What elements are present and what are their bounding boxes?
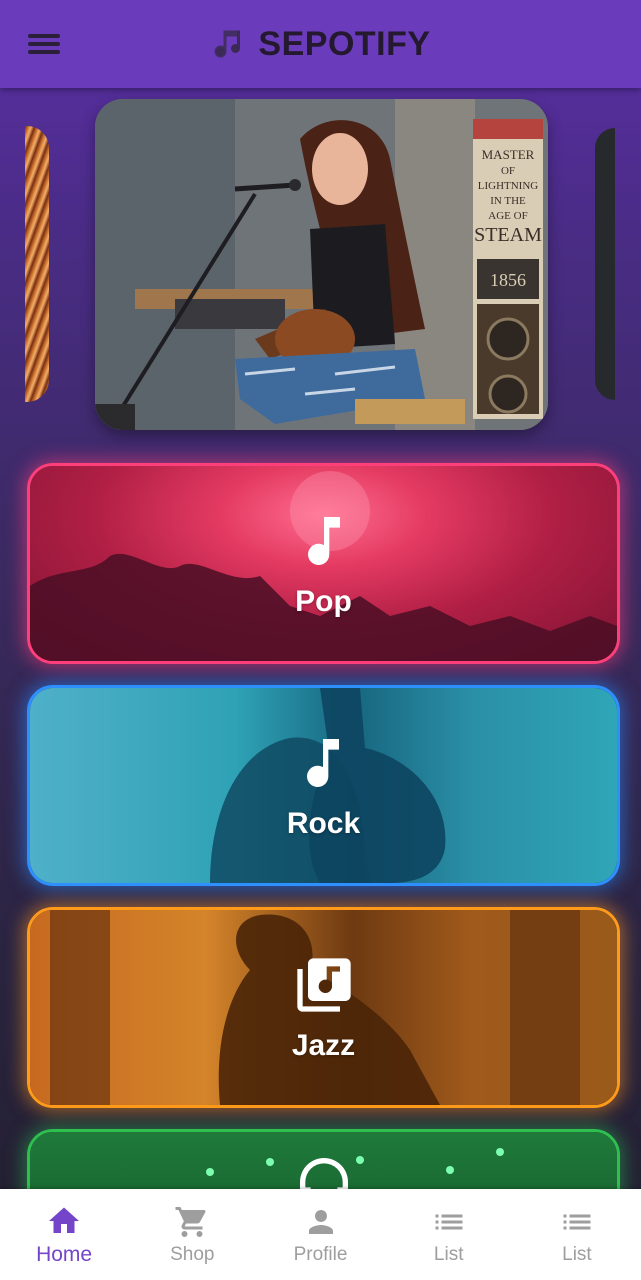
nav-shop[interactable]: Shop xyxy=(128,1189,256,1280)
music-note-icon xyxy=(214,30,241,58)
poster-number: 1856 xyxy=(490,270,526,290)
list-icon xyxy=(435,1214,463,1229)
poster-line: MASTER xyxy=(482,147,535,162)
nav-label: Home xyxy=(36,1242,93,1266)
poster-line: LIGHTNING xyxy=(478,180,539,192)
carousel-next-slide[interactable] xyxy=(595,128,615,400)
poster-line: STEAM xyxy=(474,224,542,246)
person-icon xyxy=(308,1209,333,1234)
poster-line: AGE OF xyxy=(488,210,527,222)
genre-label: Jazz xyxy=(291,1028,356,1062)
nav-profile[interactable]: Profile xyxy=(256,1189,384,1280)
app-brand: SEPOTIFY xyxy=(0,0,641,88)
nav-list-2[interactable]: List xyxy=(513,1189,641,1280)
home-icon xyxy=(49,1207,80,1233)
genre-card-rock[interactable]: Rock xyxy=(27,685,620,886)
cart-icon xyxy=(175,1206,206,1237)
app-title: SEPOTIFY xyxy=(258,24,431,63)
list-icon xyxy=(563,1214,591,1229)
genre-label: Pop xyxy=(295,584,352,618)
music-note-icon xyxy=(307,516,340,565)
music-library-icon xyxy=(296,957,351,1012)
nav-label: Shop xyxy=(170,1243,215,1265)
poster-line: OF xyxy=(501,165,515,177)
genre-card-pop[interactable]: Pop xyxy=(27,463,620,664)
featured-carousel-slide[interactable]: MASTER OF LIGHTNING IN THE AGE OF STEAM … xyxy=(95,99,548,430)
app-bar: SEPOTIFY xyxy=(0,0,641,88)
genre-label: Rock xyxy=(286,806,361,840)
music-note-icon xyxy=(307,738,340,787)
poster-line: IN THE xyxy=(490,195,526,207)
nav-label: List xyxy=(562,1243,592,1265)
nav-label: Profile xyxy=(293,1243,348,1265)
performer-photo: MASTER OF LIGHTNING IN THE AGE OF STEAM … xyxy=(95,99,548,430)
nav-home[interactable]: Home xyxy=(0,1189,128,1280)
nav-label: List xyxy=(433,1243,464,1265)
nav-list-1[interactable]: List xyxy=(385,1189,513,1280)
bottom-navigation: Home Shop Profile List List xyxy=(0,1189,641,1280)
genre-card-jazz[interactable]: Jazz xyxy=(27,907,620,1108)
carousel-prev-slide[interactable] xyxy=(25,126,49,402)
